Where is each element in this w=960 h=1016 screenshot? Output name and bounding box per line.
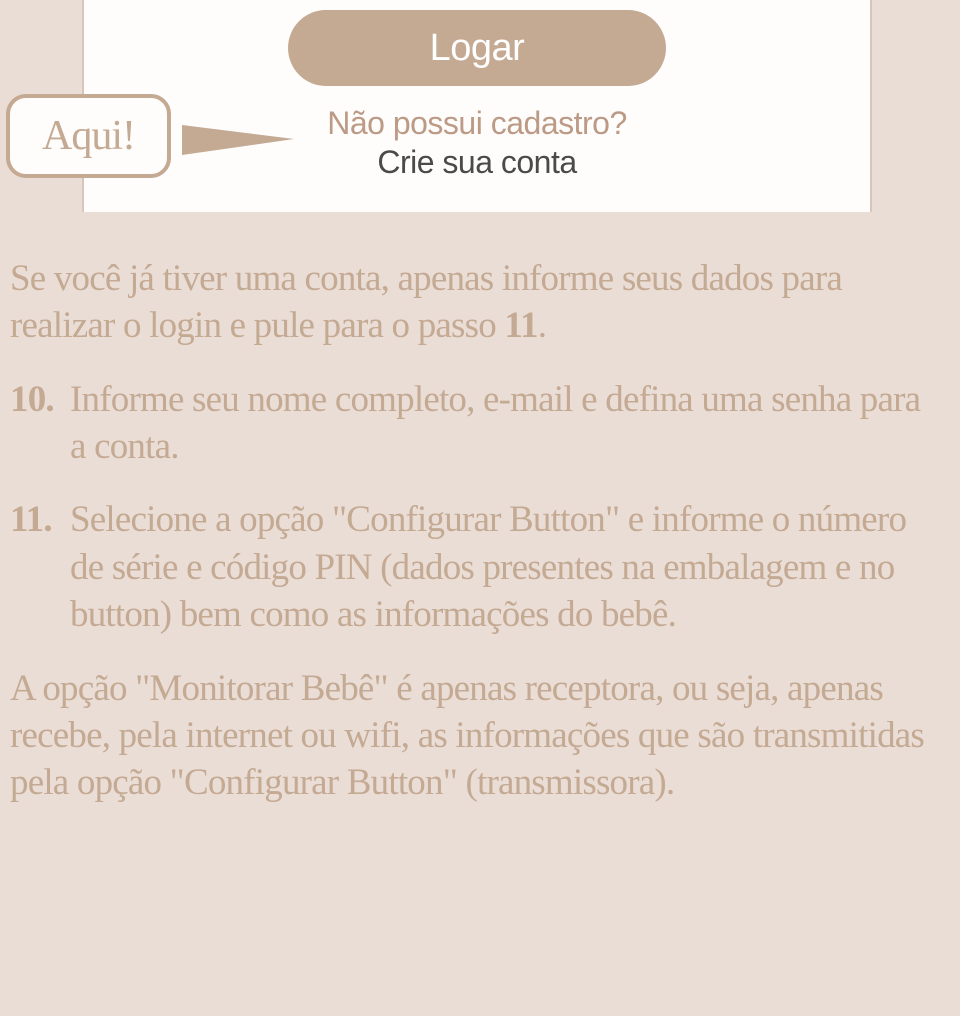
intro-step-ref: 11 (504, 305, 537, 346)
step-11: 11. Selecione a opção "Configurar Button… (10, 496, 950, 638)
callout-here: Aqui! (6, 94, 171, 178)
note-paragraph: A opção "Monitorar Bebê" é apenas recept… (10, 665, 950, 807)
step-10: 10. Informe seu nome completo, e-mail e … (10, 376, 950, 471)
login-button[interactable]: Logar (288, 10, 666, 86)
instruction-content: Se você já tiver uma conta, apenas infor… (10, 255, 950, 807)
app-screenshot-panel: Logar Não possui cadastro? Crie sua cont… (82, 0, 872, 212)
login-button-label: Logar (430, 27, 525, 70)
step-number: 11. (10, 496, 70, 638)
callout-label: Aqui! (42, 113, 135, 159)
step-text: Informe seu nome completo, e-mail e defi… (70, 376, 950, 471)
intro-text-part1: Se você já tiver uma conta, apenas infor… (10, 258, 842, 346)
step-text: Selecione a opção "Configurar Button" e … (70, 496, 950, 638)
step-number: 10. (10, 376, 70, 471)
intro-paragraph: Se você já tiver uma conta, apenas infor… (10, 255, 950, 350)
intro-text-part2: . (538, 305, 546, 346)
